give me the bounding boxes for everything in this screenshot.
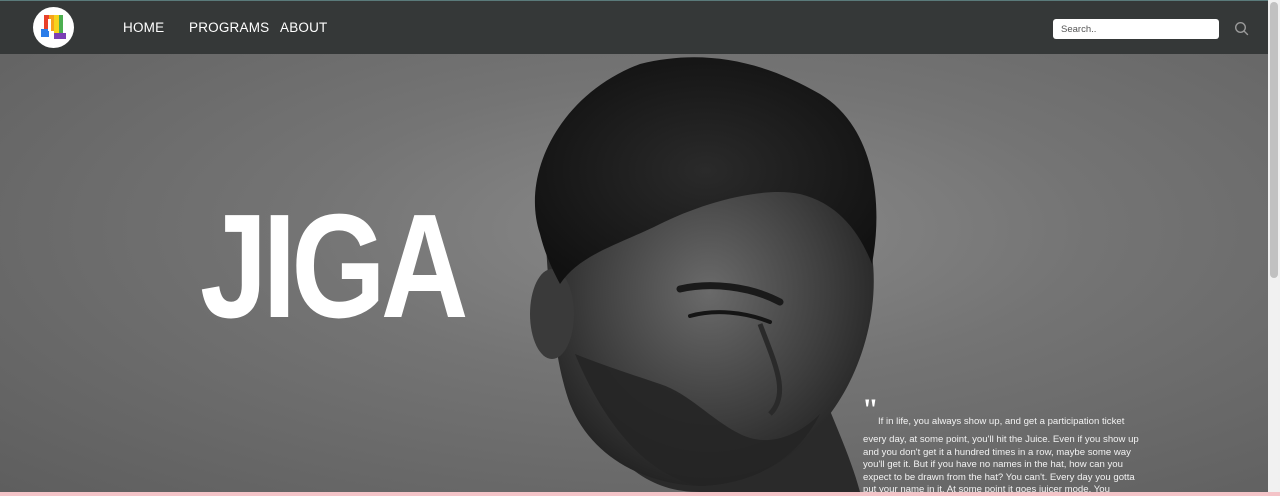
nav-programs[interactable]: PROGRAMS (189, 20, 269, 35)
search-input[interactable] (1053, 19, 1219, 39)
quote-icon: " (862, 393, 879, 426)
logo-icon[interactable] (33, 7, 74, 48)
bottom-strip (0, 492, 1280, 496)
hero-section: JIGA " If in life, you always show up, a… (0, 54, 1268, 492)
nav-home[interactable]: HOME (123, 20, 164, 35)
nav-about[interactable]: ABOUT (280, 20, 328, 35)
page-scrollbar[interactable] (1268, 0, 1280, 492)
quote-first-line: If in life, you always show up, and get … (878, 416, 1125, 427)
top-navbar: HOME PROGRAMS ABOUT (0, 0, 1268, 54)
scrollbar-thumb[interactable] (1270, 2, 1278, 278)
search-icon[interactable] (1234, 21, 1249, 36)
hero-title: JIGA (200, 184, 469, 349)
quote-body: every day, at some point, you'll hit the… (863, 434, 1139, 492)
logo-graphic (41, 15, 66, 39)
